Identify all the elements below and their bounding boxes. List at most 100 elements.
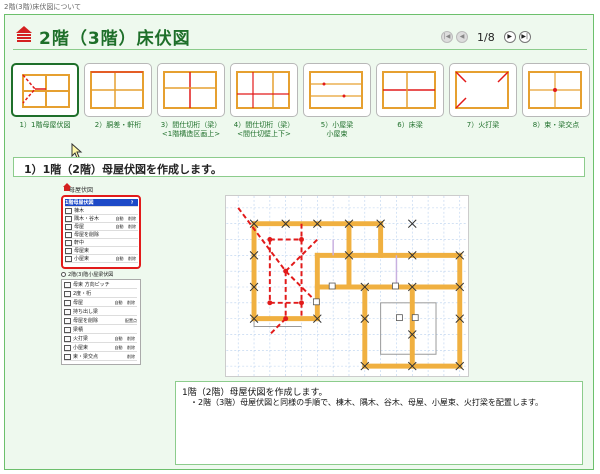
beam-plan-tool-group: 母束 方向ピッチ 2度・桁 母屋 自動 削除 持ち出し梁 母屋を削除 配置点 梁… [61, 279, 141, 365]
tool-row[interactable]: 持ち出し梁 [64, 308, 137, 316]
tool-name: 小屋束 [73, 345, 89, 351]
thumb-label: 6）床梁 [397, 121, 423, 129]
thumb-label: 4）間仕切桁（梁） <間仕切壁上下> [233, 121, 295, 138]
tool-icon [65, 215, 72, 222]
tool-row[interactable]: 棟木 [65, 207, 138, 215]
auto-button[interactable]: 自動 [112, 336, 125, 342]
thumb-step-2[interactable]: 2）胴差・軒桁 [84, 63, 152, 153]
header-divider [13, 49, 587, 50]
tool-row[interactable]: 母屋 自動 削除 [65, 223, 138, 231]
auto-button[interactable]: 自動 [113, 256, 126, 262]
tool-row[interactable]: 母屋を削除 配置点 [64, 317, 137, 325]
house-logo-icon [16, 26, 32, 42]
thumb-image [376, 63, 444, 117]
thumb-label: 1）1階母屋伏図 [19, 121, 71, 129]
roof-plan-tool-group: 1階母屋伏図 ? 棟木 隅木・谷木 自動 削除 母屋 自動 削除 母屋を削除 軒… [61, 195, 141, 269]
pager-text: 1/8 [477, 30, 495, 44]
tool-name: 軒中 [74, 240, 85, 246]
note-body: ・2階（3階）母屋伏図と同様の手順で、棟木、隅木、谷木、母屋、小屋束、火打梁を配… [190, 398, 544, 407]
tool-name: 母屋を削除 [73, 318, 99, 324]
tool-name: 母屋束 [74, 248, 90, 254]
delete-button[interactable]: 削除 [125, 336, 137, 342]
tool-name: 母屋 [73, 300, 84, 306]
tool-row[interactable]: 母屋 自動 削除 [64, 299, 137, 307]
tool-row[interactable]: 隅木・谷木 自動 削除 [65, 215, 138, 223]
tool-icon [65, 255, 72, 262]
first-page-icon[interactable]: |◀ [441, 31, 453, 43]
tool-icon [65, 239, 72, 246]
pager: |◀ ◀ 1/8 ▶ ▶| [441, 30, 531, 44]
window-title: 2階(3階)床伏図について [0, 0, 600, 14]
tool-row[interactable]: 小屋束 自動 削除 [65, 255, 138, 263]
delete-button[interactable]: 削除 [125, 300, 137, 306]
thumb-image [230, 63, 298, 117]
auto-button[interactable]: 自動 [112, 345, 125, 351]
tool-row[interactable]: 母屋を削除 [65, 231, 138, 239]
tool-row[interactable]: 小屋束 自動 削除 [64, 344, 137, 352]
thumb-image [449, 63, 517, 117]
tool-icon [64, 335, 71, 342]
tool-row[interactable]: 火打梁 自動 削除 [64, 335, 137, 343]
section-header: 1）1階（2階）母屋伏図を作成します。 [13, 157, 585, 177]
thumb-label: 8）束・梁交点 [532, 121, 580, 129]
thumb-label: 2）胴差・軒桁 [94, 121, 142, 129]
radio-label: 2階(3)階小屋梁伏図 [68, 272, 114, 278]
delete-button[interactable]: 削除 [125, 354, 137, 360]
delete-button[interactable]: 削除 [126, 224, 138, 230]
tool-name: 母屋を削除 [74, 232, 100, 238]
tool-name: 母屋 [74, 224, 85, 230]
tool-panel: 母屋伏図 1階母屋伏図 ? 棟木 隅木・谷木 自動 削除 母屋 自動 削除 母屋… [61, 183, 147, 365]
thumb-image [157, 63, 225, 117]
tool-name: 束・梁交点 [73, 354, 99, 360]
tool-name: 小屋束 [74, 256, 90, 262]
tool-row[interactable]: 梁積 [64, 326, 137, 334]
tool-name: 1階母屋伏図 [65, 200, 94, 206]
tool-row[interactable]: 母屋束 [65, 247, 138, 255]
prev-page-icon[interactable]: ◀ [456, 31, 468, 43]
page-title: 2階（3階）床伏図 [39, 29, 191, 49]
tool-name: 母束 方向ピッチ [73, 282, 110, 288]
thumb-step-7[interactable]: 7）火打梁 [449, 63, 517, 153]
tool-name: 棟木 [74, 208, 85, 214]
last-page-icon[interactable]: ▶| [518, 31, 531, 43]
thumb-label: 3）間仕切桁（梁） <1階構造区画上> [160, 121, 222, 138]
tool-icon [65, 231, 72, 238]
auto-button[interactable]: 自動 [112, 300, 125, 306]
auto-button[interactable]: 自動 [113, 216, 126, 222]
main-frame: 2階（3階）床伏図 |◀ ◀ 1/8 ▶ ▶| 1）1階母屋伏図 2）胴差・軒桁… [4, 14, 594, 470]
auto-button[interactable]: 自動 [113, 224, 126, 230]
delete-button[interactable]: 削除 [126, 256, 138, 262]
thumb-image [84, 63, 152, 117]
tool-icon [64, 344, 71, 351]
tool-name: 持ち出し梁 [73, 309, 99, 315]
thumb-step-3[interactable]: 3）間仕切桁（梁） <1階構造区画上> [157, 63, 225, 153]
floor-radio[interactable]: 2階(3)階小屋梁伏図 [61, 271, 113, 278]
thumb-step-5[interactable]: 5）小屋梁 小屋束 [303, 63, 371, 153]
delete-button[interactable]: 削除 [125, 345, 137, 351]
help-button[interactable]: ? [126, 200, 138, 205]
tool-row[interactable]: 母束 方向ピッチ [64, 281, 137, 289]
tool-row[interactable]: 軒中 [65, 239, 138, 247]
thumb-step-6[interactable]: 6）床梁 [376, 63, 444, 153]
tool-icon [65, 223, 72, 230]
thumb-step-4[interactable]: 4）間仕切桁（梁） <間仕切壁上下> [230, 63, 298, 153]
tool-row[interactable]: 束・梁交点 削除 [64, 353, 137, 361]
tool-row[interactable]: 2度・桁 [64, 290, 137, 298]
tool-row[interactable]: 1階母屋伏図 ? [65, 199, 138, 207]
thumb-step-8[interactable]: 8）束・梁交点 [522, 63, 590, 153]
thumb-image [11, 63, 79, 117]
tool-icon [64, 281, 71, 288]
place-point-button[interactable]: 配置点 [125, 318, 137, 324]
notes-panel: 1階（2階）母屋伏図を作成します。 ・2階（3階）母屋伏図と同様の手順で、棟木、… [175, 381, 583, 465]
delete-button[interactable]: 削除 [126, 216, 138, 222]
tool-icon [65, 207, 72, 214]
tool-name: 梁積 [73, 327, 84, 333]
panel-header: 母屋伏図 [69, 187, 94, 194]
floor-plan-drawing [225, 195, 469, 377]
next-page-icon[interactable]: ▶ [503, 31, 516, 43]
radio-button[interactable] [61, 272, 66, 277]
step-thumbnails: 1）1階母屋伏図 2）胴差・軒桁 3）間仕切桁（梁） <1階構造区画上> 4）間… [9, 63, 591, 153]
tool-icon [64, 299, 71, 306]
header: 2階（3階）床伏図 |◀ ◀ 1/8 ▶ ▶| [5, 15, 593, 55]
thumb-step-1[interactable]: 1）1階母屋伏図 [11, 63, 79, 153]
